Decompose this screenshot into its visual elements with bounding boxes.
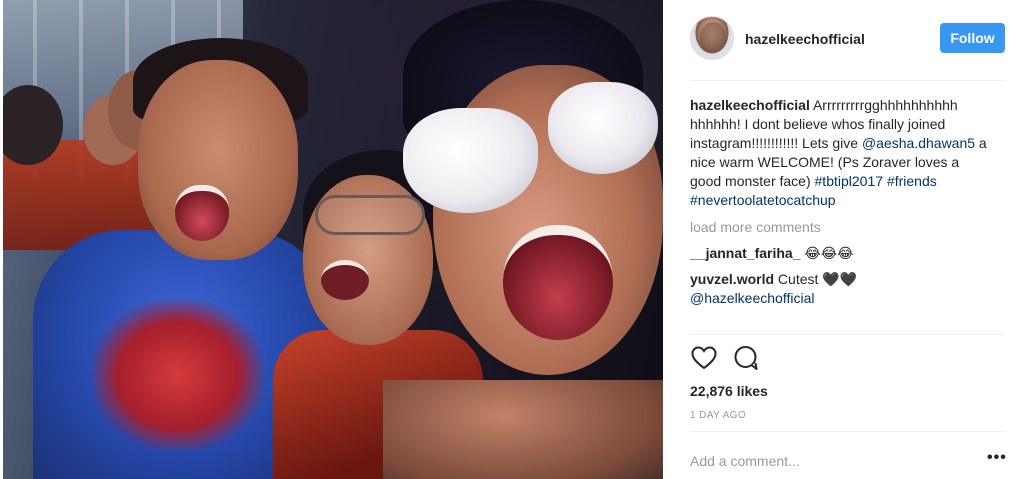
likes-count[interactable]: 22,876 likes (690, 383, 768, 399)
caption-mention[interactable]: @aesha.dhawan5 (862, 135, 975, 151)
comment-mention[interactable]: @hazelkeechofficial (690, 290, 814, 306)
hashtag-link[interactable]: #nevertoolatetocatchup (690, 192, 836, 208)
post-header: hazelkeechofficial Follow (673, 0, 1015, 80)
caption-username[interactable]: hazelkeechofficial (690, 97, 810, 113)
comments-divider (690, 334, 1005, 335)
comment: __jannat_fariha_ 😂😂😂 (690, 244, 990, 263)
comment: yuvzel.world Cutest 🖤🖤 @hazelkeechoffici… (690, 270, 990, 308)
woman-mouth (321, 260, 369, 300)
comment-username[interactable]: yuvzel.world (690, 271, 774, 287)
comment-text: 😂😂😂 (800, 245, 854, 261)
shirt-print (93, 300, 263, 450)
more-options-icon[interactable]: ••• (987, 449, 1007, 467)
child-mouth (175, 185, 229, 241)
post-photo[interactable] (3, 0, 663, 479)
add-comment-input[interactable]: Add a comment... (690, 453, 800, 469)
heart-icon[interactable] (690, 344, 718, 372)
follow-button[interactable]: Follow (940, 23, 1005, 53)
hashtag-link[interactable]: #tbtipl2017 (815, 173, 884, 189)
hashtag-link[interactable]: #friends (887, 173, 937, 189)
woman-glasses (315, 195, 425, 235)
comment-username[interactable]: __jannat_fariha_ (690, 245, 801, 261)
post-timestamp: 1 DAY AGO (690, 410, 747, 421)
woman-mouth-foreground (503, 225, 613, 340)
comment-icon[interactable] (732, 344, 760, 372)
load-more-comments[interactable]: load more comments (690, 218, 990, 237)
caption: hazelkeechofficial Arrrrrrrrrgghhhhhhhhh… (690, 96, 990, 210)
comment-text: Cutest 🖤🖤 (774, 271, 858, 287)
post-details-panel: hazelkeechofficial Follow hazelkeechoffi… (673, 0, 1015, 479)
header-divider (690, 80, 1005, 81)
header-username[interactable]: hazelkeechofficial (745, 31, 865, 47)
avatar[interactable] (690, 16, 734, 60)
action-bar (690, 344, 1000, 374)
footer-divider (690, 431, 1005, 432)
comments-section: hazelkeechofficial Arrrrrrrrrgghhhhhhhhh… (690, 96, 990, 308)
woman-shoulder (383, 380, 663, 479)
